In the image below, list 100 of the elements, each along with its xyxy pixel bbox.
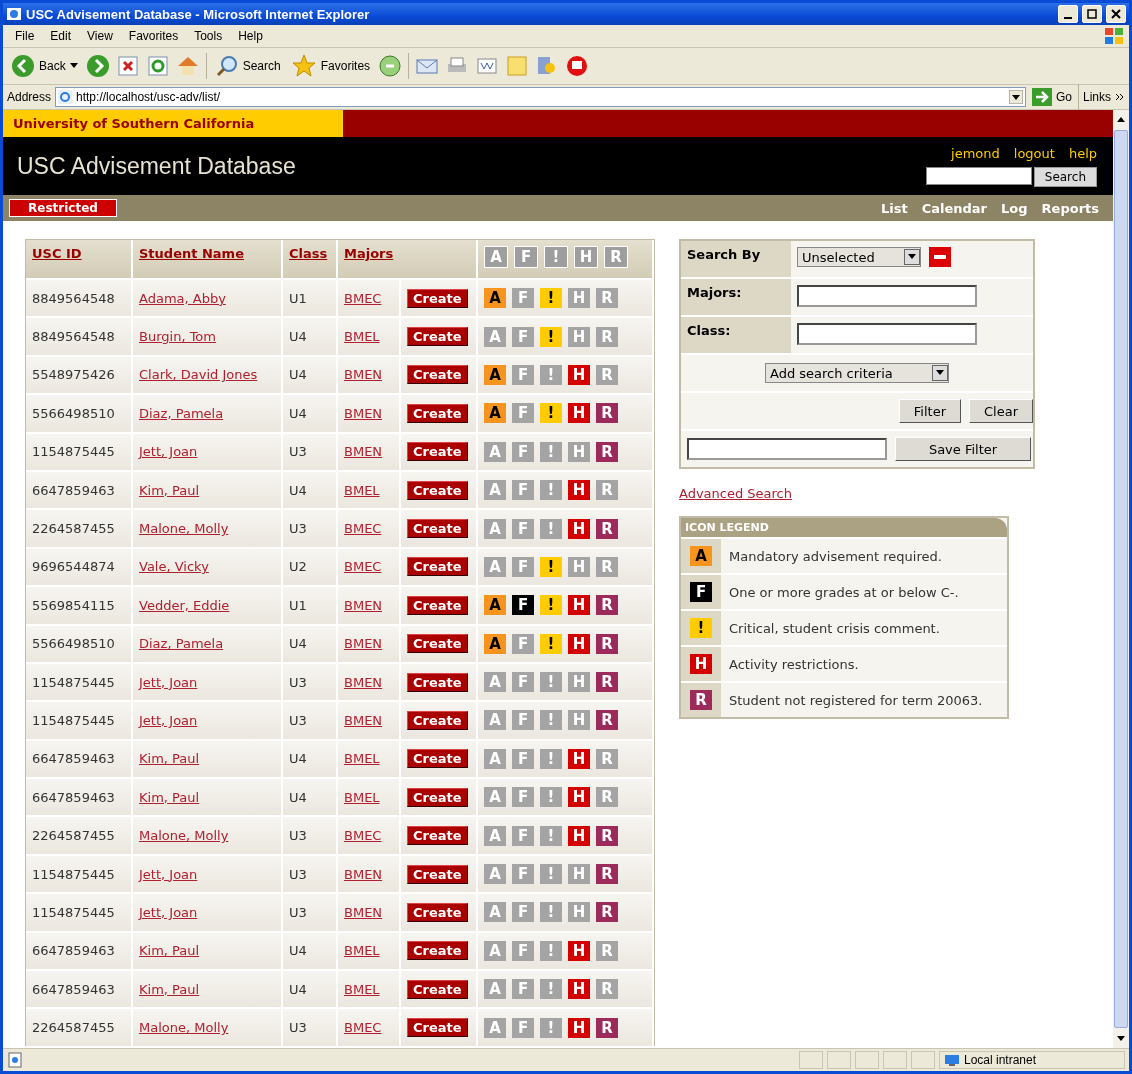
menu-item[interactable]: View: [79, 27, 121, 45]
major-link[interactable]: BMEN: [344, 597, 383, 613]
search-button[interactable]: Search: [1033, 166, 1097, 187]
user-link[interactable]: help: [1068, 145, 1097, 161]
major-link[interactable]: BMEC: [344, 290, 382, 306]
major-link[interactable]: BMEN: [344, 367, 383, 383]
back-button[interactable]: Back: [9, 52, 80, 80]
maximize-button[interactable]: [1082, 5, 1102, 23]
major-link[interactable]: BMEL: [344, 751, 380, 767]
dropdown-icon[interactable]: [904, 249, 920, 265]
major-link[interactable]: BMEN: [344, 904, 383, 920]
create-button[interactable]: Create: [407, 941, 468, 961]
refresh-icon[interactable]: [145, 54, 170, 78]
search-field[interactable]: [925, 166, 1032, 185]
student-link[interactable]: Kim, Paul: [139, 789, 200, 805]
media-icon[interactable]: [378, 54, 403, 78]
student-link[interactable]: Kim, Paul: [139, 943, 200, 959]
create-button[interactable]: Create: [407, 557, 468, 577]
major-link[interactable]: BMEC: [344, 828, 382, 844]
major-link[interactable]: BMEL: [344, 981, 380, 997]
column-header[interactable]: Majors: [344, 246, 394, 261]
create-button[interactable]: Create: [407, 749, 468, 769]
favorites-button[interactable]: Favorites: [288, 52, 373, 80]
student-link[interactable]: Vale, Vicky: [139, 559, 209, 575]
user-link[interactable]: logout: [1013, 145, 1055, 161]
column-header[interactable]: Student Name: [139, 246, 244, 261]
go-button[interactable]: Go: [1029, 86, 1074, 108]
major-link[interactable]: BMEC: [344, 521, 382, 537]
student-link[interactable]: Adama, Abby: [139, 290, 226, 306]
student-link[interactable]: Malone, Molly: [139, 1020, 229, 1036]
column-header[interactable]: USC ID: [32, 246, 82, 261]
search-button[interactable]: Search: [212, 52, 283, 80]
create-button[interactable]: Create: [407, 403, 468, 423]
create-button[interactable]: Create: [407, 864, 468, 884]
nav-link[interactable]: Log: [1001, 200, 1028, 216]
major-link[interactable]: BMEN: [344, 405, 383, 421]
nav-link[interactable]: List: [881, 200, 908, 216]
forward-icon[interactable]: [85, 54, 110, 78]
student-link[interactable]: Malone, Molly: [139, 521, 229, 537]
major-link[interactable]: BMEL: [344, 482, 380, 498]
stop-icon[interactable]: [115, 54, 140, 78]
create-button[interactable]: Create: [407, 442, 468, 462]
create-button[interactable]: Create: [407, 979, 468, 999]
student-link[interactable]: Jett, Joan: [139, 713, 198, 728]
major-link[interactable]: BMEC: [344, 1020, 382, 1036]
links-label[interactable]: Links: [1083, 90, 1111, 104]
major-link[interactable]: BMEL: [344, 789, 380, 805]
major-link[interactable]: BMEL: [344, 329, 380, 345]
student-link[interactable]: Jett, Joan: [139, 904, 198, 920]
column-header[interactable]: Class: [289, 246, 328, 261]
student-link[interactable]: Jett, Joan: [139, 674, 198, 690]
messenger-icon[interactable]: [565, 54, 590, 78]
student-link[interactable]: Jett, Joan: [139, 444, 198, 460]
menu-item[interactable]: Edit: [42, 27, 80, 45]
create-button[interactable]: Create: [407, 634, 468, 654]
major-link[interactable]: BMEN: [344, 444, 383, 460]
create-button[interactable]: Create: [407, 787, 468, 807]
filter-button[interactable]: Filter: [898, 399, 961, 423]
filter-name-field[interactable]: [687, 438, 887, 460]
input-field[interactable]: [797, 323, 977, 345]
menu-item[interactable]: Favorites: [120, 27, 187, 45]
create-button[interactable]: Create: [407, 826, 468, 846]
major-link[interactable]: BMEN: [344, 636, 383, 652]
create-button[interactable]: Create: [407, 902, 468, 922]
create-button[interactable]: Create: [407, 595, 468, 615]
create-button[interactable]: Create: [407, 365, 468, 385]
address-field[interactable]: http://localhost/usc-adv/list/: [55, 87, 1026, 107]
major-link[interactable]: BMEN: [344, 674, 383, 690]
save-filter-button[interactable]: Save Filter: [895, 437, 1031, 461]
minimize-button[interactable]: [1058, 5, 1078, 23]
major-link[interactable]: BMEL: [344, 943, 380, 959]
user-link[interactable]: jemond: [951, 145, 1000, 161]
student-link[interactable]: Vedder, Eddie: [139, 597, 230, 613]
create-button[interactable]: Create: [407, 288, 468, 308]
nav-link[interactable]: Calendar: [921, 200, 988, 216]
close-button[interactable]: [1106, 5, 1126, 23]
student-link[interactable]: Diaz, Pamela: [139, 405, 224, 421]
create-button[interactable]: Create: [407, 327, 468, 347]
create-button[interactable]: Create: [407, 711, 468, 730]
advanced-search-link[interactable]: Advanced Search: [679, 486, 792, 501]
chevron-icon[interactable]: [1115, 92, 1125, 102]
student-link[interactable]: Malone, Molly: [139, 828, 229, 844]
create-button[interactable]: Create: [407, 672, 468, 692]
menu-item[interactable]: Tools: [186, 27, 231, 45]
student-link[interactable]: Kim, Paul: [139, 981, 200, 997]
nav-link[interactable]: Reports: [1041, 200, 1099, 216]
student-link[interactable]: Diaz, Pamela: [139, 636, 224, 652]
student-link[interactable]: Burgin, Tom: [139, 329, 216, 345]
input-field[interactable]: [797, 285, 977, 307]
criteria-select[interactable]: Add search criteria: [765, 363, 949, 383]
major-link[interactable]: BMEN: [344, 713, 383, 728]
student-link[interactable]: Kim, Paul: [139, 751, 200, 767]
dropdown-icon[interactable]: [932, 365, 948, 381]
student-link[interactable]: Jett, Joan: [139, 866, 198, 882]
remove-button[interactable]: [929, 247, 951, 267]
search-by-select[interactable]: Unselected: [797, 247, 921, 267]
student-link[interactable]: Kim, Paul: [139, 482, 200, 498]
student-link[interactable]: Clark, David Jones: [139, 367, 258, 383]
create-button[interactable]: Create: [407, 519, 468, 539]
menu-item[interactable]: Help: [230, 27, 271, 45]
